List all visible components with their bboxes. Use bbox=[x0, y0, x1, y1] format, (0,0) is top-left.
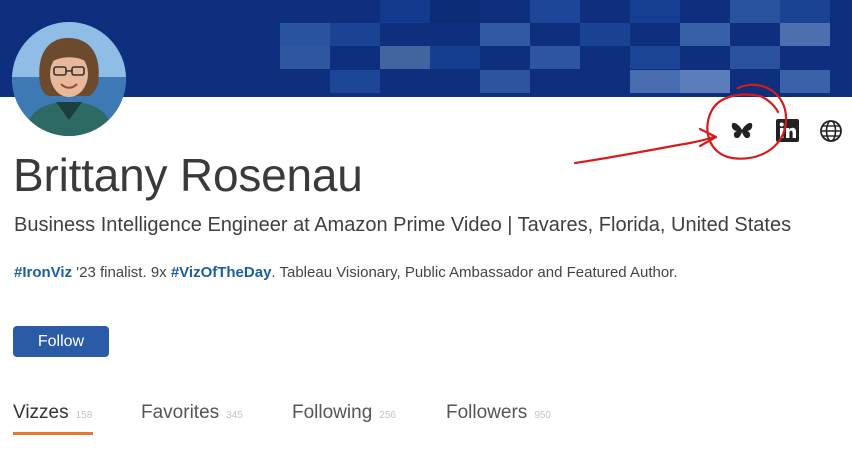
linkedin-icon bbox=[776, 119, 799, 142]
annotation-arrow bbox=[573, 135, 716, 165]
annotation-arrowhead bbox=[698, 127, 718, 148]
bluesky-link[interactable] bbox=[729, 118, 755, 144]
tab-favorites[interactable]: Favorites 345 bbox=[141, 402, 243, 424]
tab-count: 345 bbox=[226, 410, 243, 421]
tab-followers[interactable]: Followers 950 bbox=[446, 402, 551, 424]
profile-banner bbox=[0, 0, 852, 97]
profile-headline: Business Intelligence Engineer at Amazon… bbox=[14, 214, 792, 236]
profile-name: Brittany Rosenau bbox=[13, 149, 363, 201]
tab-label: Favorites bbox=[141, 402, 220, 423]
tab-count: 256 bbox=[379, 410, 396, 421]
website-link[interactable] bbox=[818, 118, 844, 144]
globe-icon bbox=[820, 120, 842, 142]
tab-label: Following bbox=[292, 402, 373, 423]
tab-count: 950 bbox=[534, 410, 551, 421]
profile-bio: #IronViz '23 finalist. 9x #VizOfTheDay. … bbox=[14, 264, 678, 281]
tab-label: Followers bbox=[446, 402, 528, 423]
tab-vizzes[interactable]: Vizzes 158 bbox=[13, 402, 92, 424]
hashtag-ironviz[interactable]: #IronViz bbox=[14, 264, 72, 281]
bio-text: . Tableau Visionary, Public Ambassador a… bbox=[271, 264, 678, 281]
tab-label: Vizzes bbox=[13, 402, 69, 423]
bio-text: '23 finalist. 9x bbox=[72, 264, 171, 281]
linkedin-link[interactable] bbox=[775, 118, 801, 144]
follow-button[interactable]: Follow bbox=[13, 326, 109, 357]
butterfly-icon bbox=[731, 122, 753, 139]
hashtag-vizoftheday[interactable]: #VizOfTheDay bbox=[171, 264, 272, 281]
active-tab-indicator bbox=[13, 432, 93, 435]
tab-count: 158 bbox=[75, 410, 93, 421]
profile-avatar bbox=[12, 22, 126, 136]
profile-photo-icon bbox=[12, 22, 126, 136]
tab-following[interactable]: Following 256 bbox=[292, 402, 396, 424]
